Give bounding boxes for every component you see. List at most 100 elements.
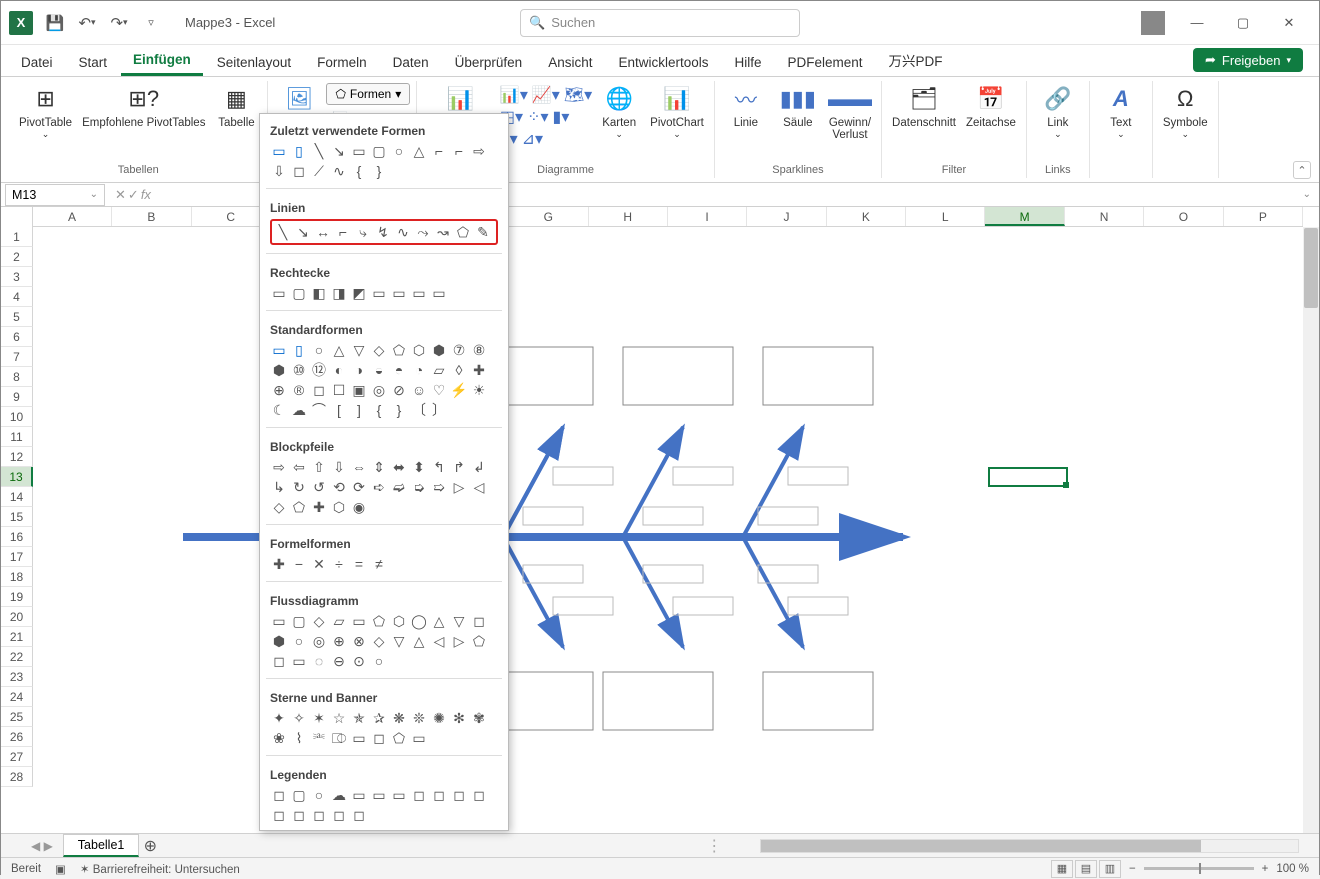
shape-callout-icon[interactable]: ◻: [290, 162, 308, 180]
chart-line-icon[interactable]: 📈▾: [532, 85, 560, 105]
row-header[interactable]: 6: [1, 327, 33, 347]
shape-textbox-icon[interactable]: ▭: [270, 142, 288, 160]
chart-scatter-icon[interactable]: ⁘▾: [527, 107, 548, 127]
pivotchart-button[interactable]: 📊PivotChart⌄: [646, 81, 708, 142]
shape-freeform-icon[interactable]: ∿: [330, 162, 348, 180]
row-header[interactable]: 22: [1, 647, 33, 667]
redo-button[interactable]: ↷▾: [105, 9, 133, 37]
link-button[interactable]: 🔗Link⌄: [1033, 81, 1083, 142]
minimize-button[interactable]: —: [1175, 7, 1219, 39]
formula-expand-icon[interactable]: ⌄: [1295, 189, 1319, 200]
shape-connector-icon[interactable]: ⌐: [430, 142, 448, 160]
row-header[interactable]: 4: [1, 287, 33, 307]
tab-daten[interactable]: Daten: [381, 49, 441, 76]
shape-roundrect-icon[interactable]: ▢: [370, 142, 388, 160]
col-header[interactable]: G: [509, 207, 588, 226]
row-header[interactable]: 10: [1, 407, 33, 427]
vertical-scrollbar[interactable]: [1303, 227, 1319, 833]
row-header[interactable]: 8: [1, 367, 33, 387]
zoom-level[interactable]: 100 %: [1276, 863, 1309, 875]
col-header[interactable]: K: [827, 207, 906, 226]
tab-hilfe[interactable]: Hilfe: [723, 49, 774, 76]
shape-textbox-vert-icon[interactable]: ▯: [290, 142, 308, 160]
tab-entwicklertools[interactable]: Entwicklertools: [606, 49, 720, 76]
sparkline-column[interactable]: ▮▮▮Säule: [773, 81, 823, 131]
zoom-slider[interactable]: [1144, 867, 1254, 870]
row-header[interactable]: 15: [1, 507, 33, 527]
zoom-out-icon[interactable]: −: [1129, 863, 1136, 875]
row-header[interactable]: 20: [1, 607, 33, 627]
line-double-arrow-icon[interactable]: ↔: [314, 223, 332, 241]
col-header[interactable]: J: [747, 207, 826, 226]
shape-curve-icon[interactable]: ⟋: [310, 162, 328, 180]
shape-triangle-icon[interactable]: △: [410, 142, 428, 160]
tab-ueberpruefen[interactable]: Überprüfen: [443, 49, 535, 76]
col-header[interactable]: O: [1144, 207, 1223, 226]
tab-wxpdf[interactable]: 万兴PDF: [877, 44, 955, 76]
zeitachse-button[interactable]: 📅Zeitachse: [962, 81, 1020, 131]
col-header[interactable]: L: [906, 207, 985, 226]
shape-rightarrow-icon[interactable]: ⇨: [470, 142, 488, 160]
undo-button[interactable]: ↶▾: [73, 9, 101, 37]
row-header[interactable]: 27: [1, 747, 33, 767]
text-button[interactable]: AText⌄: [1096, 81, 1146, 142]
qat-customize[interactable]: ▿: [137, 9, 165, 37]
tab-start[interactable]: Start: [67, 49, 120, 76]
row-header[interactable]: 12: [1, 447, 33, 467]
datenschnitt-button[interactable]: 🗂Datenschnitt: [888, 81, 960, 131]
rect-icon[interactable]: ▭: [270, 284, 288, 302]
formen-button[interactable]: ⬠ Formen ▾: [326, 83, 410, 105]
maximize-button[interactable]: ▢: [1221, 7, 1265, 39]
recommended-pivot-button[interactable]: ⊞?Empfohlene PivotTables: [78, 81, 209, 131]
karten-button[interactable]: 🌐Karten⌄: [594, 81, 644, 142]
curve-connector-icon[interactable]: ∿: [394, 223, 412, 241]
col-header[interactable]: B: [112, 207, 191, 226]
chart-waterfall-icon[interactable]: ▮▾: [553, 107, 570, 127]
col-header[interactable]: M: [985, 207, 1064, 226]
tab-formeln[interactable]: Formeln: [305, 49, 379, 76]
row-header[interactable]: 25: [1, 707, 33, 727]
name-box[interactable]: M13⌄: [5, 184, 105, 206]
elbow-arrow-icon[interactable]: ⤷: [354, 223, 372, 241]
curve-double-icon[interactable]: ↝: [434, 223, 452, 241]
row-header[interactable]: 17: [1, 547, 33, 567]
row-header[interactable]: 16: [1, 527, 33, 547]
tabelle-button[interactable]: ▦Tabelle: [211, 81, 261, 131]
tab-einfuegen[interactable]: Einfügen: [121, 46, 203, 76]
sparkline-winloss[interactable]: ▬▬Gewinn/ Verlust: [825, 81, 875, 143]
row-header[interactable]: 28: [1, 767, 33, 787]
freeform-shape-icon[interactable]: ⬠: [454, 223, 472, 241]
chart-column-icon[interactable]: 📊▾: [500, 85, 528, 105]
share-button[interactable]: ➦ Freigeben ▾: [1193, 48, 1303, 72]
curve-arrow-icon[interactable]: ⤳: [414, 223, 432, 241]
elbow-double-icon[interactable]: ↯: [374, 223, 392, 241]
save-icon[interactable]: 💾: [41, 9, 69, 37]
row-header[interactable]: 24: [1, 687, 33, 707]
select-all-corner[interactable]: [1, 207, 33, 227]
sheet-nav[interactable]: ◀ ▶: [21, 839, 63, 853]
shape-arrow-line-icon[interactable]: ↘: [330, 142, 348, 160]
fx-icon[interactable]: fx: [141, 187, 151, 203]
record-macro-icon[interactable]: ▣: [55, 862, 66, 876]
row-header[interactable]: 7: [1, 347, 33, 367]
tab-datei[interactable]: Datei: [9, 49, 65, 76]
row-header[interactable]: 5: [1, 307, 33, 327]
confirm-fx-icon[interactable]: ✓: [128, 187, 139, 203]
row-header[interactable]: 13: [1, 467, 33, 487]
col-header[interactable]: H: [589, 207, 668, 226]
col-header[interactable]: N: [1065, 207, 1144, 226]
horizontal-scrollbar[interactable]: [760, 839, 1299, 853]
shape-downarrow-icon[interactable]: ⇩: [270, 162, 288, 180]
zoom-in-icon[interactable]: +: [1262, 863, 1269, 875]
row-header[interactable]: 11: [1, 427, 33, 447]
shape-oval-icon[interactable]: ○: [390, 142, 408, 160]
shape-rect-icon[interactable]: ▭: [350, 142, 368, 160]
sparkline-line[interactable]: 〰Linie: [721, 81, 771, 131]
scribble-icon[interactable]: ✎: [474, 223, 492, 241]
ribbon-collapse-icon[interactable]: ⌃: [1293, 161, 1311, 179]
shape-connector2-icon[interactable]: ⌐: [450, 142, 468, 160]
row-header[interactable]: 18: [1, 567, 33, 587]
cells-area[interactable]: [33, 227, 1303, 833]
accessibility-status[interactable]: ✶ Barrierefreiheit: Untersuchen: [80, 862, 240, 876]
add-sheet-button[interactable]: ⊕: [139, 836, 161, 856]
